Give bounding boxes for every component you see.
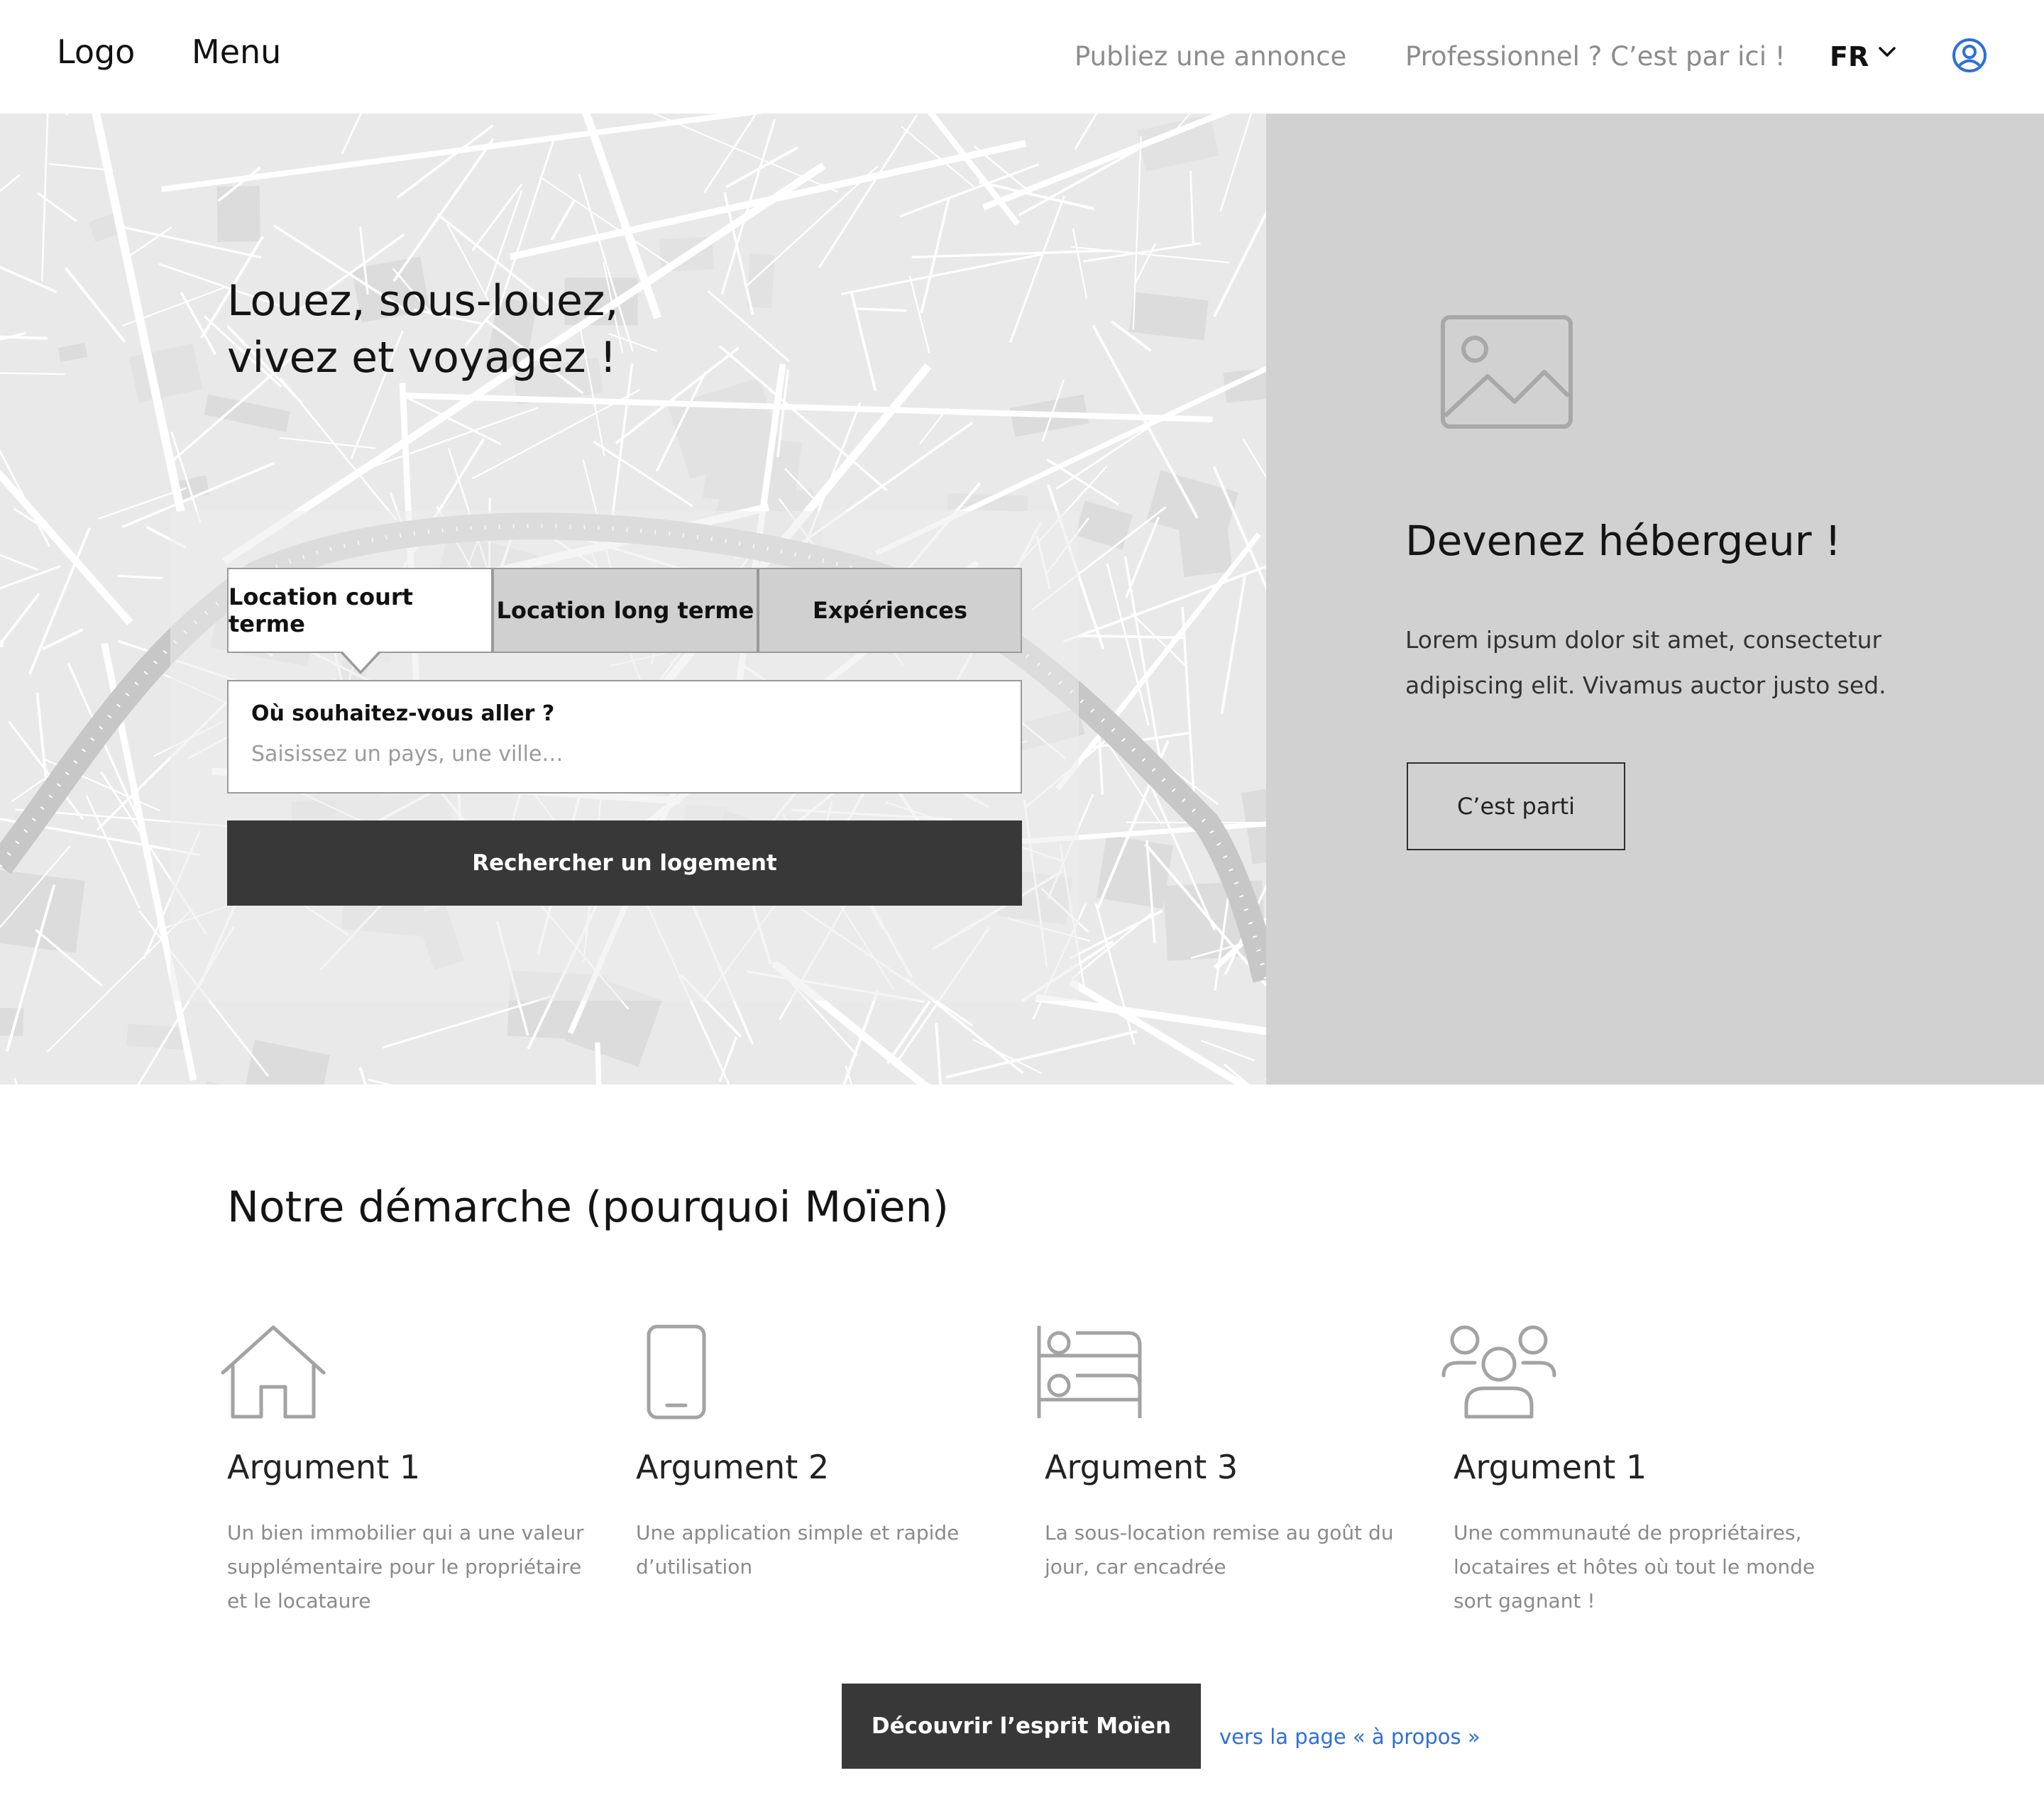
user-circle-icon[interactable] [1951, 37, 1988, 77]
argument-3-text: La sous-location remise au goût du jour,… [1045, 1521, 1394, 1579]
destination-field[interactable] [227, 680, 1022, 794]
argument-1-title: Argument 1 [227, 1448, 421, 1486]
hero-title-line1: Louez, sous-louez, [227, 276, 619, 326]
active-tab-pointer-fill [341, 650, 380, 671]
menu-button[interactable]: Menu [192, 33, 281, 71]
tab-long-term[interactable]: Location long terme [493, 568, 758, 653]
header: Logo Menu Publiez une annonce Profession… [0, 0, 2044, 114]
argument-2-title: Argument 2 [636, 1448, 830, 1486]
argument-3-title: Argument 3 [1045, 1448, 1238, 1486]
destination-label: Où souhaitez-vous aller ? [251, 701, 555, 726]
destination-input[interactable] [251, 738, 996, 769]
discover-button[interactable]: Découvrir l’esprit Moïen [842, 1684, 1201, 1769]
host-description: Lorem ipsum dolor sit amet, consectetur … [1405, 626, 1886, 699]
argument-4-title: Argument 1 [1454, 1448, 1647, 1486]
argument-2-text: Une application simple et rapide d’utili… [636, 1521, 960, 1579]
professional-link[interactable]: Professionnel ? C’est par ici ! [1405, 41, 1786, 72]
hero-title-line2: vivez et voyagez ! [227, 333, 617, 383]
house-icon [220, 1324, 326, 1422]
publish-ad-link[interactable]: Publiez une annonce [1075, 41, 1346, 72]
logo[interactable]: Logo [57, 33, 135, 71]
community-icon [1441, 1324, 1557, 1422]
host-panel [1266, 114, 2044, 1085]
phone-icon [646, 1324, 707, 1422]
argument-4-text: Une communauté de propriétaires, locatai… [1454, 1521, 1815, 1613]
argument-1-text: Un bien immobilier qui a une valeur supp… [227, 1521, 584, 1613]
image-placeholder-icon [1441, 315, 1573, 432]
language-selector[interactable]: FR [1830, 41, 1869, 72]
tab-short-term[interactable]: Location court terme [227, 568, 493, 653]
approach-title: Notre démarche (pourquoi Moïen) [227, 1182, 949, 1232]
hero-title: Louez, sous-louez, vivez et voyagez ! [227, 273, 766, 386]
search-button[interactable]: Rechercher un logement [227, 820, 1022, 906]
chevron-down-icon[interactable] [1877, 41, 1898, 65]
bunk-bed-icon [1036, 1324, 1143, 1422]
host-start-button[interactable]: C’est parti [1407, 762, 1625, 850]
about-page-link[interactable]: vers la page « à propos » [1219, 1725, 1480, 1749]
host-title: Devenez hébergeur ! [1405, 517, 1842, 565]
tab-experiences[interactable]: Expériences [758, 568, 1022, 653]
